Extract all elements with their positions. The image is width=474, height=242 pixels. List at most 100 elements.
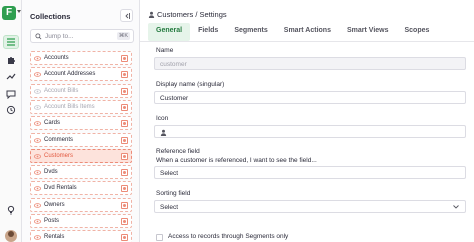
puzzle-icon	[8, 57, 15, 64]
messages-nav-button[interactable]	[3, 87, 19, 101]
tab-smart-views[interactable]: Smart Views	[339, 23, 397, 41]
collection-item-label: Account Bills	[44, 87, 79, 94]
reference-field-label: Reference field	[156, 148, 200, 155]
collection-settings-icon[interactable]	[121, 120, 128, 128]
eye-icon[interactable]	[34, 235, 41, 241]
name-label: Name	[156, 47, 174, 54]
reference-field-hint: When a customer is referenced, I want to…	[156, 157, 317, 164]
collection-settings-icon[interactable]	[121, 152, 128, 160]
left-rail: F	[0, 0, 22, 242]
collection-item[interactable]: Comments	[30, 132, 132, 147]
icon-field[interactable]	[154, 125, 466, 138]
reference-field-select[interactable]: Select	[154, 166, 466, 179]
eye-icon[interactable]	[34, 121, 41, 126]
collection-item[interactable]: Owners	[30, 197, 132, 212]
app-logo[interactable]: F	[2, 6, 16, 20]
collection-settings-icon[interactable]	[121, 185, 128, 193]
collection-settings-icon[interactable]	[121, 87, 128, 95]
collections-panel: Collections ⌘K Accounts Account Addresses…	[22, 0, 140, 242]
chevron-down-icon	[453, 205, 459, 209]
collection-item-label: Accounts	[44, 55, 69, 61]
lightbulb-icon	[7, 205, 15, 215]
collections-nav-button[interactable]	[3, 35, 19, 49]
sorting-field-label: Sorting field	[156, 190, 191, 197]
collection-item[interactable]: Dvd Rentals	[30, 181, 132, 196]
breadcrumb: Customers / Settings	[148, 10, 227, 19]
segments-only-checkbox[interactable]	[156, 234, 163, 241]
collection-item[interactable]: Rentals	[30, 230, 132, 242]
tab-scopes[interactable]: Scopes	[397, 23, 438, 41]
collapse-panel-button[interactable]	[120, 9, 133, 22]
collection-item-label: Owners	[44, 201, 65, 208]
chevron-down-icon[interactable]	[17, 10, 21, 13]
display-name-label: Display name (singular)	[156, 81, 225, 88]
search-input[interactable]	[45, 31, 113, 42]
history-nav-button[interactable]	[3, 103, 19, 117]
collection-settings-icon[interactable]	[121, 71, 128, 79]
collection-item-label: Customers	[44, 152, 74, 159]
tabs-divider	[140, 41, 474, 42]
chat-icon	[6, 90, 16, 99]
eye-icon[interactable]	[34, 105, 41, 110]
eye-icon[interactable]	[34, 202, 41, 208]
eye-icon[interactable]	[34, 219, 41, 224]
settings-tabs: General Fields Segments Smart Actions Smart …	[148, 23, 437, 41]
collections-title: Collections	[30, 12, 71, 21]
tips-nav-button[interactable]	[3, 203, 19, 217]
collection-item-label: Posts	[44, 218, 60, 224]
person-icon	[148, 11, 155, 18]
collections-search[interactable]: ⌘K	[30, 29, 134, 43]
breadcrumb-text: Customers / Settings	[157, 10, 227, 19]
eye-icon[interactable]	[34, 72, 41, 78]
collection-item[interactable]: Account Bills Items	[30, 99, 132, 114]
eye-icon[interactable]	[34, 186, 41, 192]
collection-item-label: Account Addresses	[44, 71, 96, 78]
collection-item[interactable]: Account Bills	[30, 83, 132, 98]
search-shortcut-badge: ⌘K	[116, 32, 130, 40]
tab-smart-actions[interactable]: Smart Actions	[276, 23, 339, 41]
settings-main: Customers / Settings General Fields Segmen…	[140, 0, 474, 242]
eye-icon[interactable]	[34, 137, 41, 143]
collection-item-label: Cards	[44, 120, 61, 127]
collection-item-label: Dvd Rentals	[44, 185, 77, 192]
eye-icon[interactable]	[34, 88, 41, 94]
display-name-field[interactable]: Customer	[154, 91, 466, 104]
collapse-left-icon	[124, 12, 130, 19]
sorting-field-select[interactable]: Select	[154, 200, 466, 213]
tab-general[interactable]: General	[148, 23, 191, 41]
analytics-nav-button[interactable]	[3, 69, 19, 83]
collection-item-label: Rentals	[44, 234, 65, 241]
collection-settings-icon[interactable]	[121, 136, 128, 144]
collection-item-label: Account Bills Items	[44, 103, 95, 110]
person-icon	[160, 129, 167, 136]
collection-item[interactable]: Account Addresses	[30, 67, 132, 82]
collection-item[interactable]: Customers	[30, 148, 132, 163]
eye-icon[interactable]	[34, 170, 41, 175]
search-icon	[35, 33, 42, 40]
integrations-nav-button[interactable]	[3, 53, 19, 67]
eye-icon[interactable]	[34, 56, 41, 61]
collection-item[interactable]: Accounts	[30, 51, 132, 65]
collection-settings-icon[interactable]	[121, 55, 128, 62]
eye-icon[interactable]	[34, 154, 41, 159]
collection-settings-icon[interactable]	[121, 169, 128, 177]
collection-settings-icon[interactable]	[121, 234, 128, 242]
collection-item[interactable]: Posts	[30, 214, 132, 228]
tab-fields[interactable]: Fields	[190, 23, 226, 41]
collection-settings-icon[interactable]	[121, 218, 128, 225]
reference-select-value: Select	[160, 170, 179, 177]
segments-only-label: Access to records through Segments only	[168, 233, 289, 240]
collection-settings-icon[interactable]	[121, 103, 128, 111]
avatar[interactable]	[5, 230, 17, 242]
display-name-value: Customer	[160, 95, 189, 102]
sorting-select-value: Select	[160, 204, 179, 211]
collection-item[interactable]: Cards	[30, 116, 132, 131]
collection-settings-icon[interactable]	[121, 201, 128, 209]
icon-label: Icon	[156, 115, 169, 122]
name-field: customer	[154, 57, 466, 70]
history-icon	[6, 105, 16, 115]
name-value: customer	[160, 61, 187, 68]
tab-segments[interactable]: Segments	[226, 23, 275, 41]
collection-item-label: Dvds	[44, 169, 58, 176]
collection-item[interactable]: Dvds	[30, 165, 132, 180]
